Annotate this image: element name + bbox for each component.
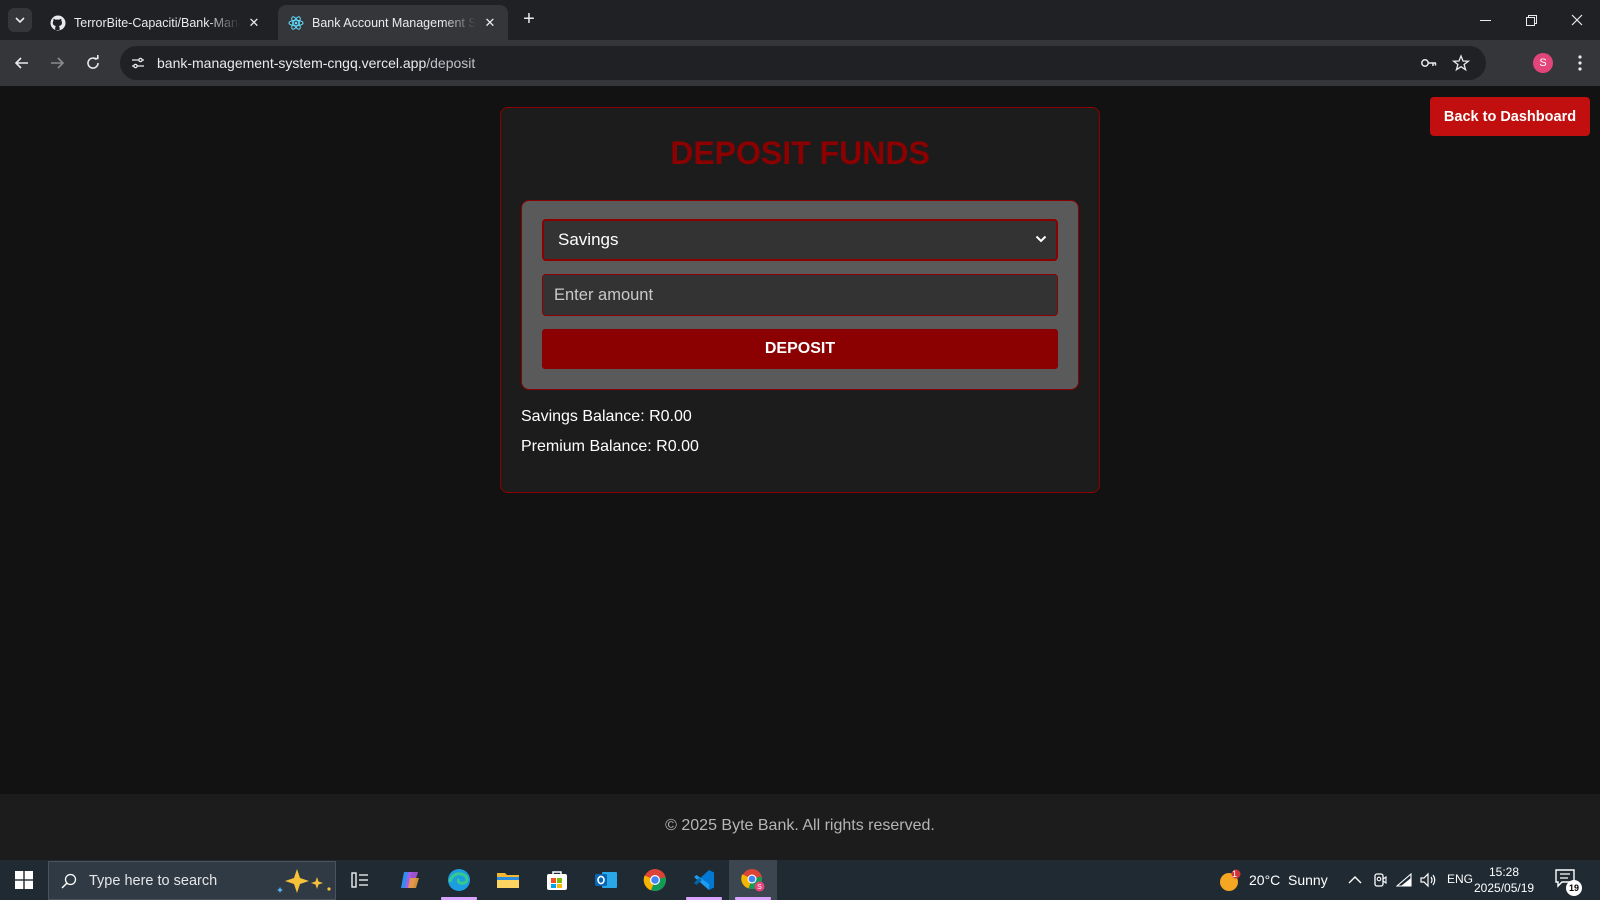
page-title: DEPOSIT FUNDS	[670, 135, 930, 171]
weather-alert-count: 1	[1232, 869, 1238, 879]
edge-icon[interactable]	[435, 860, 483, 900]
back-arrow-icon[interactable]	[10, 51, 34, 75]
clock-date: 2025/05/19	[1474, 881, 1535, 895]
weather-sun-icon[interactable]	[1218, 869, 1242, 893]
search-icon	[61, 873, 77, 888]
close-icon[interactable]: ✕	[246, 15, 262, 31]
copyright-text: © 2025 Byte Bank. All rights reserved.	[665, 817, 935, 834]
browser-tabstrip: TerrorBite-Capaciti/Bank-Management-Syst…	[0, 0, 1600, 40]
notification-count-badge: 19	[1566, 880, 1582, 896]
chrome-profile-icon[interactable]: S	[729, 860, 777, 900]
url-host: bank-management-system-cngq.vercel.app	[157, 55, 427, 71]
outlook-icon[interactable]	[582, 860, 630, 900]
system-clock[interactable]: 15:28 2025/05/19	[1474, 864, 1534, 896]
deposit-card: DEPOSIT FUNDS Savings DEPOSIT Savings Ba…	[500, 107, 1100, 493]
weather-temp[interactable]: 20°C	[1249, 872, 1280, 888]
chevron-down-icon	[15, 17, 25, 24]
tab-search-button[interactable]	[8, 8, 32, 32]
new-tab-button[interactable]: +	[518, 9, 540, 31]
taskbar-search-placeholder: Type here to search	[89, 872, 218, 889]
back-to-dashboard-button[interactable]: Back to Dashboard	[1430, 97, 1590, 136]
site-info-icon[interactable]	[128, 53, 148, 73]
restore-icon[interactable]	[1508, 0, 1554, 40]
copilot-sparkle-icon	[277, 868, 331, 893]
task-view-icon[interactable]	[336, 860, 384, 900]
svg-text:S: S	[757, 884, 762, 891]
minimize-icon[interactable]	[1462, 0, 1508, 40]
chevron-up-icon[interactable]	[1345, 870, 1365, 890]
clock-time: 15:28	[1488, 865, 1520, 879]
tab-bank-app[interactable]: Bank Account Management System ✕	[278, 5, 508, 40]
chrome-icon[interactable]	[631, 860, 679, 900]
volume-icon[interactable]	[1418, 870, 1438, 890]
tab-title: TerrorBite-Capaciti/Bank-Management-Syst…	[74, 15, 240, 30]
profile-avatar[interactable]: S	[1533, 53, 1553, 73]
amount-input[interactable]	[542, 274, 1058, 316]
github-icon	[50, 15, 66, 31]
reload-icon[interactable]	[81, 51, 105, 75]
url-text: bank-management-system-cngq.vercel.app/d…	[157, 55, 475, 71]
file-explorer-icon[interactable]	[484, 860, 532, 900]
wifi-icon[interactable]	[1394, 870, 1414, 890]
forward-arrow-icon[interactable]	[45, 51, 69, 75]
react-icon	[288, 15, 304, 31]
password-key-icon[interactable]	[1419, 53, 1439, 73]
address-bar[interactable]: bank-management-system-cngq.vercel.app/d…	[120, 46, 1486, 80]
windows-start-icon[interactable]	[4, 860, 44, 900]
tab-github[interactable]: TerrorBite-Capaciti/Bank-Management-Syst…	[40, 5, 272, 40]
page-viewport: Back to Dashboard DEPOSIT FUNDS Savings …	[0, 86, 1600, 860]
deposit-form: Savings DEPOSIT	[521, 200, 1079, 390]
savings-balance: Savings Balance: R0.00	[521, 408, 692, 425]
more-menu-icon[interactable]	[1568, 51, 1592, 75]
windows-taskbar: Type here to search S 1 20°C Sunny ENG 1…	[0, 860, 1600, 900]
premium-balance: Premium Balance: R0.00	[521, 438, 699, 455]
deposit-button[interactable]: DEPOSIT	[542, 329, 1058, 369]
close-icon[interactable]: ✕	[482, 15, 498, 31]
store-icon[interactable]	[533, 860, 581, 900]
language-indicator[interactable]: ENG	[1447, 872, 1473, 886]
copilot-icon[interactable]	[386, 860, 434, 900]
taskbar-search-box[interactable]: Type here to search	[48, 861, 336, 900]
bookmark-star-icon[interactable]	[1451, 53, 1471, 73]
notification-center-icon[interactable]: 19	[1554, 868, 1582, 896]
weather-condition[interactable]: Sunny	[1288, 872, 1328, 888]
page-footer: © 2025 Byte Bank. All rights reserved.	[0, 794, 1600, 860]
meet-now-icon[interactable]	[1370, 870, 1390, 890]
url-path: /deposit	[426, 55, 476, 71]
vscode-icon[interactable]	[680, 860, 728, 900]
close-window-icon[interactable]	[1554, 0, 1600, 40]
browser-toolbar: bank-management-system-cngq.vercel.app/d…	[0, 40, 1600, 86]
chevron-down-icon	[1035, 235, 1047, 243]
account-type-select[interactable]: Savings	[542, 219, 1058, 261]
tab-title: Bank Account Management System	[312, 15, 476, 30]
account-type-value: Savings	[558, 230, 619, 249]
